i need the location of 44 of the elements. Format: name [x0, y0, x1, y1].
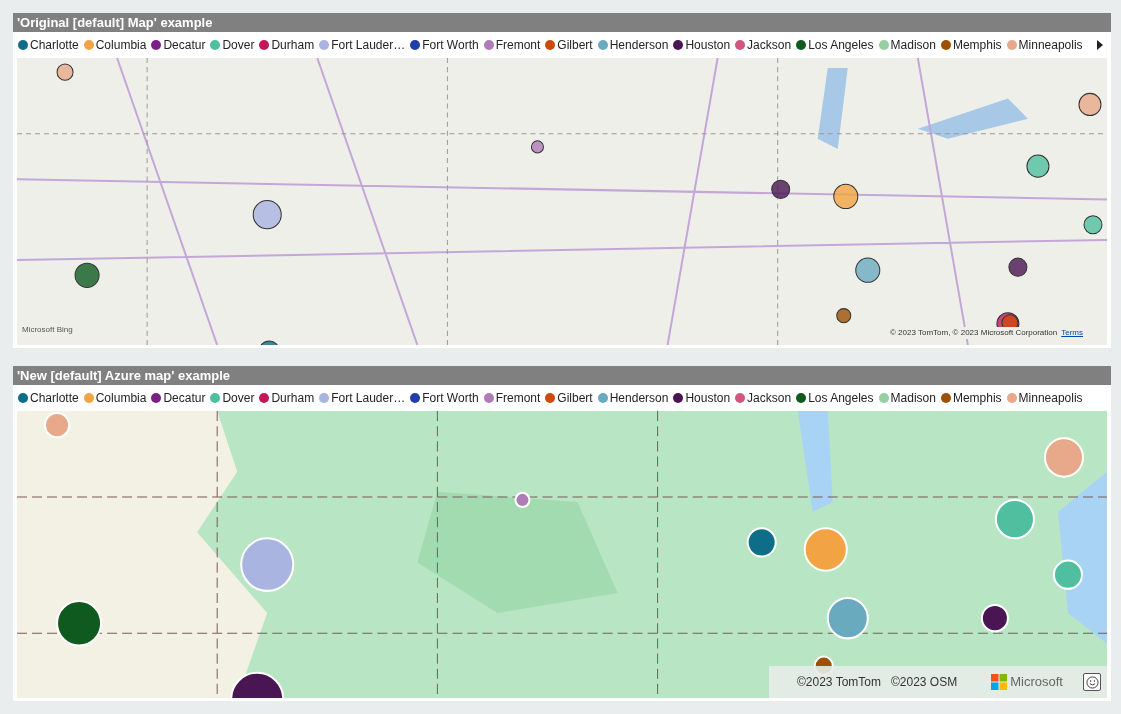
legend-label[interactable]: Jackson — [747, 36, 792, 54]
legend-label[interactable]: Memphis — [952, 36, 1002, 54]
smiley-icon — [1085, 675, 1099, 689]
legend-label[interactable]: Madison — [890, 389, 936, 407]
map-copyright: ©2023 TomTom — [797, 674, 881, 691]
legend-label[interactable]: Minneapolis — [1018, 36, 1083, 54]
map-copyright: ©2023 OSM — [891, 674, 958, 691]
map-brand: Microsoft — [1010, 673, 1063, 692]
legend-label[interactable]: Charlotte — [30, 389, 79, 407]
legend-label[interactable]: Gilbert — [557, 389, 593, 407]
legend-label[interactable]: Los Angeles — [808, 389, 874, 407]
map-logo: Microsoft Bing — [22, 324, 73, 336]
visual-title: 'Original [default] Map' example — [17, 16, 213, 29]
legend-label[interactable]: Durham — [271, 36, 315, 54]
visual-title: 'New [default] Azure map' example — [17, 369, 231, 382]
terms-link[interactable]: Terms — [1061, 327, 1083, 339]
legend-label[interactable]: Memphis — [952, 389, 1002, 407]
legend-label[interactable]: Fort Lauder… — [331, 36, 406, 54]
legend-label[interactable]: Dover — [222, 36, 255, 54]
microsoft-logo-icon — [991, 674, 1008, 690]
legend-label[interactable]: Columbia — [95, 389, 147, 407]
legend-label[interactable]: Decatur — [163, 36, 206, 54]
legend-label[interactable]: Fremont — [495, 36, 541, 54]
legend-label[interactable]: Columbia — [95, 36, 147, 54]
legend-label[interactable]: Dover — [222, 389, 255, 407]
map-copyright: © 2023 TomTom, © 2023 Microsoft Corporation — [889, 327, 1058, 339]
next-arrow-icon[interactable] — [1097, 40, 1103, 50]
legend-label[interactable]: Decatur — [163, 389, 206, 407]
legend-label[interactable]: Minneapolis — [1018, 389, 1083, 407]
legend-label[interactable]: Henderson — [609, 36, 669, 54]
legend-label[interactable]: Durham — [271, 389, 315, 407]
legend-label[interactable]: Gilbert — [557, 36, 593, 54]
legend-label[interactable]: Fort Worth — [422, 36, 479, 54]
legend-label[interactable]: Charlotte — [30, 36, 79, 54]
legend-label[interactable]: Jackson — [747, 389, 792, 407]
legend-label[interactable]: Los Angeles — [808, 36, 874, 54]
legend-label[interactable]: Fort Lauder… — [331, 389, 406, 407]
legend-label[interactable]: Fremont — [495, 389, 541, 407]
legend-label[interactable]: Houston — [685, 389, 731, 407]
legend-label[interactable]: Henderson — [609, 389, 669, 407]
feedback-button[interactable] — [1083, 673, 1101, 691]
legend-label[interactable]: Fort Worth — [422, 389, 479, 407]
legend-label[interactable]: Madison — [890, 36, 936, 54]
legend-label[interactable]: Houston — [685, 36, 731, 54]
